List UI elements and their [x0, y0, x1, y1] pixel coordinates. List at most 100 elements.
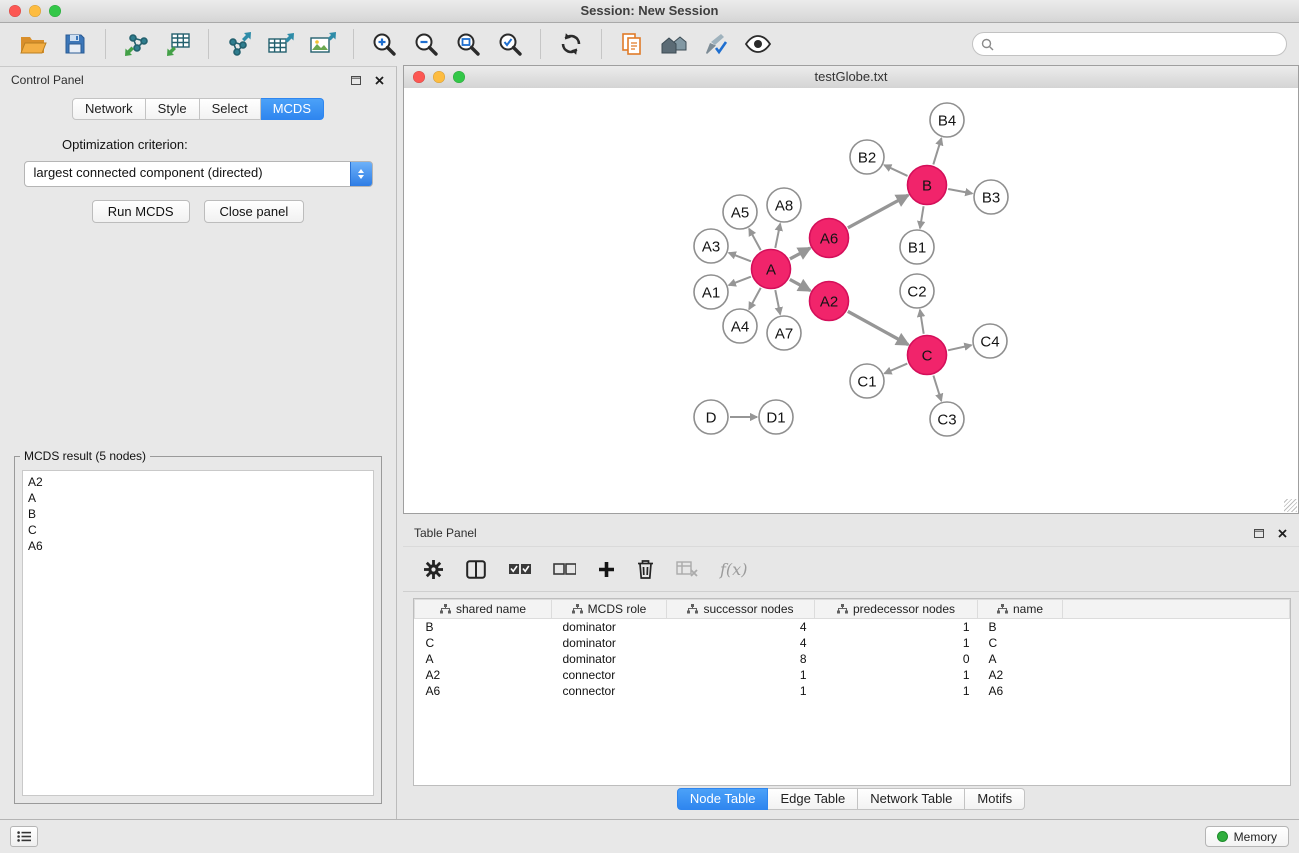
node-A3[interactable]: A3: [694, 229, 728, 263]
cell[interactable]: A: [415, 651, 552, 667]
edge-A-A8[interactable]: [775, 224, 780, 248]
node-C1[interactable]: C1: [850, 364, 884, 398]
save-session-button[interactable]: [59, 27, 91, 61]
cell[interactable]: 1: [667, 683, 815, 699]
float-table-panel-icon[interactable]: [1253, 527, 1265, 539]
column-header-MCDS-role[interactable]: MCDS role: [552, 600, 667, 619]
zoom-network-button[interactable]: [453, 71, 465, 83]
memory-button[interactable]: Memory: [1205, 826, 1289, 847]
edge-A-A5[interactable]: [749, 229, 761, 250]
cell[interactable]: 1: [815, 667, 978, 683]
cell[interactable]: 1: [815, 635, 978, 651]
cell[interactable]: A2: [978, 667, 1063, 683]
network-window-titlebar[interactable]: testGlobe.txt: [404, 66, 1298, 89]
table-row[interactable]: A6connector11A6: [415, 683, 1290, 699]
select-all-button[interactable]: [508, 562, 531, 576]
show-columns-button[interactable]: [466, 560, 486, 579]
resize-grip[interactable]: [1284, 499, 1297, 512]
result-item[interactable]: B: [28, 506, 368, 522]
node-C[interactable]: C: [908, 336, 947, 375]
cell[interactable]: dominator: [552, 635, 667, 651]
session-documents-button[interactable]: [616, 27, 648, 61]
table-row[interactable]: Adominator80A: [415, 651, 1290, 667]
minimize-network-button[interactable]: [433, 71, 445, 83]
edge-A-A1[interactable]: [729, 277, 751, 286]
node-A6[interactable]: A6: [810, 219, 849, 258]
mcds-result-list[interactable]: A2ABCA6: [22, 470, 374, 796]
table-tab-node-table[interactable]: Node Table: [677, 788, 769, 810]
edge-A-A7[interactable]: [775, 290, 780, 314]
tab-select[interactable]: Select: [200, 98, 261, 120]
cell[interactable]: 1: [815, 683, 978, 699]
add-column-button[interactable]: [598, 561, 615, 578]
edge-B-B2[interactable]: [884, 165, 907, 176]
edge-C-C1[interactable]: [884, 364, 907, 374]
edge-B-B1[interactable]: [920, 206, 924, 228]
close-panel-icon[interactable]: [373, 74, 385, 86]
cell[interactable]: A: [978, 651, 1063, 667]
cell[interactable]: 4: [667, 635, 815, 651]
edge-A-A2[interactable]: [790, 279, 810, 290]
cell[interactable]: A6: [978, 683, 1063, 699]
edge-C-C2[interactable]: [920, 310, 924, 334]
node-B3[interactable]: B3: [974, 180, 1008, 214]
edge-C-C3[interactable]: [933, 376, 941, 401]
node-B[interactable]: B: [908, 166, 947, 205]
node-A4[interactable]: A4: [723, 309, 757, 343]
node-A[interactable]: A: [752, 250, 791, 289]
search-input[interactable]: [999, 36, 1278, 52]
edge-A2-C[interactable]: [848, 311, 908, 344]
close-network-button[interactable]: [413, 71, 425, 83]
import-table-button[interactable]: [162, 27, 194, 61]
close-window-button[interactable]: [9, 5, 21, 17]
zoom-window-button[interactable]: [49, 5, 61, 17]
tab-mcds[interactable]: MCDS: [261, 98, 324, 120]
edge-A-A4[interactable]: [749, 288, 761, 309]
node-B4[interactable]: B4: [930, 103, 964, 137]
column-header-name[interactable]: name: [978, 600, 1063, 619]
task-history-button[interactable]: [10, 826, 38, 847]
zoom-selected-button[interactable]: [494, 27, 526, 61]
result-item[interactable]: A: [28, 490, 368, 506]
node-A7[interactable]: A7: [767, 316, 801, 350]
table-settings-button[interactable]: [423, 559, 444, 580]
node-C2[interactable]: C2: [900, 274, 934, 308]
cell[interactable]: C: [978, 635, 1063, 651]
cell[interactable]: 1: [667, 667, 815, 683]
minimize-window-button[interactable]: [29, 5, 41, 17]
delete-column-button[interactable]: [637, 559, 654, 579]
search-box[interactable]: [972, 32, 1287, 56]
open-session-button[interactable]: [17, 27, 49, 61]
table-row[interactable]: Cdominator41C: [415, 635, 1290, 651]
float-panel-icon[interactable]: [350, 74, 362, 86]
criterion-dropdown[interactable]: largest connected component (directed): [24, 161, 373, 187]
node-C4[interactable]: C4: [973, 324, 1007, 358]
column-header-shared-name[interactable]: shared name: [415, 600, 552, 619]
cell[interactable]: A2: [415, 667, 552, 683]
cell[interactable]: connector: [552, 683, 667, 699]
node-D[interactable]: D: [694, 400, 728, 434]
home-button[interactable]: [658, 27, 690, 61]
delete-table-button[interactable]: [676, 560, 698, 578]
style-check-button[interactable]: [700, 27, 732, 61]
cell[interactable]: 1: [815, 619, 978, 636]
cell[interactable]: dominator: [552, 619, 667, 636]
edge-A-A6[interactable]: [790, 248, 810, 259]
cell[interactable]: B: [978, 619, 1063, 636]
zoom-fit-button[interactable]: [452, 27, 484, 61]
table-tab-edge-table[interactable]: Edge Table: [768, 788, 858, 810]
edge-B-B3[interactable]: [948, 189, 972, 194]
main-titlebar[interactable]: Session: New Session: [0, 0, 1299, 23]
export-image-button[interactable]: [307, 27, 339, 61]
node-table-container[interactable]: shared nameMCDS rolesuccessor nodesprede…: [413, 598, 1291, 786]
deselect-all-button[interactable]: [553, 562, 576, 576]
close-table-panel-icon[interactable]: [1276, 527, 1288, 539]
graphics-details-button[interactable]: [742, 27, 774, 61]
cell[interactable]: A6: [415, 683, 552, 699]
cell[interactable]: 4: [667, 619, 815, 636]
apply-layout-button[interactable]: [555, 27, 587, 61]
close-panel-button[interactable]: Close panel: [204, 200, 305, 223]
cell[interactable]: C: [415, 635, 552, 651]
edge-A6-B[interactable]: [848, 195, 908, 228]
tab-style[interactable]: Style: [146, 98, 200, 120]
